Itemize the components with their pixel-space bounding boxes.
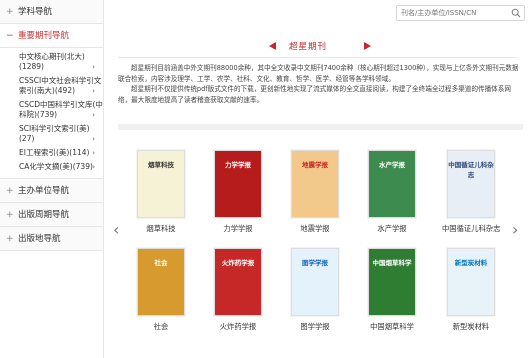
journal-cover[interactable]: 烟草科技: [137, 150, 185, 218]
list-item[interactable]: SCI科学引文索引(美)(27) ›: [0, 122, 103, 146]
section-divider: [118, 124, 523, 130]
journal-cover-title: 水产学报: [379, 161, 405, 169]
journal-card[interactable]: 力学学报 力学学报: [209, 150, 267, 234]
journal-cover[interactable]: 地震学报: [291, 150, 339, 218]
plus-icon: +: [6, 210, 14, 220]
chevron-right-icon: ›: [92, 111, 95, 119]
journal-cover[interactable]: 中国烟草科学: [368, 248, 416, 316]
sidebar: + 学科导航 − 重要期刊导航 中文核心期刊(北大)(1289) › CSSCI中文社…: [0, 0, 104, 358]
journal-name[interactable]: 火炸药学报: [209, 322, 267, 332]
journal-cover-title: 烟草科技: [148, 161, 174, 169]
minus-icon: −: [6, 31, 14, 41]
intro-text: 超星期刊目前涵盖中外文期刊88000余种，其中全文收录中文期刊7400余种（核心…: [118, 63, 523, 105]
journal-name[interactable]: 中国烟草科学: [363, 322, 421, 332]
journal-name[interactable]: 力学学报: [209, 224, 267, 234]
section-title: 超星期刊: [260, 40, 380, 52]
intro-paragraph: 超星期刊目前涵盖中外文期刊88000余种，其中全文收录中文期刊7400余种（核心…: [118, 64, 519, 83]
journal-cover-title: 社会: [154, 259, 168, 267]
journal-cover[interactable]: 火炸药学报: [214, 248, 262, 316]
journal-cover[interactable]: 中国循证儿科杂志: [447, 150, 495, 218]
search-input[interactable]: [397, 6, 507, 20]
search-box: [396, 5, 525, 21]
important-journals-list: 中文核心期刊(北大)(1289) › CSSCI中文社会科学引文索引(南大)(49…: [0, 48, 103, 179]
nav-publication-place[interactable]: + 出版地导航: [0, 227, 103, 251]
journal-cover[interactable]: 力学学报: [214, 150, 262, 218]
intro-paragraph: 超星期刊不仅提供传统pdf版式文件的下载，更创新性地实现了流式媒体的全文直接阅读…: [118, 85, 511, 104]
list-item[interactable]: CA化学文摘(美)(739) ›: [0, 160, 103, 174]
journal-cover-title: 新型炭材料: [454, 259, 488, 267]
journal-card[interactable]: 水产学报 水产学报: [363, 150, 421, 234]
journal-cover-title: 力学学报: [225, 161, 251, 169]
plus-icon: +: [6, 186, 14, 196]
plus-icon: +: [6, 7, 14, 17]
journal-card[interactable]: 社会 社会: [132, 248, 190, 332]
journal-card[interactable]: 图学学报 图学学报: [286, 248, 344, 332]
journal-cover[interactable]: 图学学报: [291, 248, 339, 316]
journal-cover-title: 中国烟草科学: [372, 259, 412, 267]
list-item[interactable]: 中文核心期刊(北大)(1289) ›: [0, 50, 103, 74]
nav-important-journals[interactable]: − 重要期刊导航: [0, 24, 103, 48]
chevron-right-icon: ›: [92, 87, 95, 95]
journal-cover[interactable]: 新型炭材料: [447, 248, 495, 316]
nav-sponsor[interactable]: + 主办单位导航: [0, 179, 103, 203]
carousel-next-button[interactable]: ›: [512, 220, 518, 239]
journal-name[interactable]: 地震学报: [286, 224, 344, 234]
journal-cover-title: 图学学报: [302, 259, 328, 267]
journal-card[interactable]: 中国循证儿科杂志 中国循证儿科杂志: [442, 150, 500, 234]
list-item[interactable]: EI工程索引(美)(114) ›: [0, 146, 103, 160]
nav-subject[interactable]: + 学科导航: [0, 0, 103, 24]
divider: [118, 57, 518, 58]
journal-card[interactable]: 烟草科技 烟草科技: [132, 150, 190, 234]
chevron-right-icon: ›: [92, 63, 95, 71]
list-item[interactable]: CSCD中国科学引文库(中科院)(739) ›: [0, 98, 103, 122]
chevron-right-icon: ›: [92, 149, 95, 157]
journal-cover-title: 地震学报: [302, 161, 328, 169]
journal-name[interactable]: 社会: [132, 322, 190, 332]
plus-icon: +: [6, 234, 14, 244]
chevron-right-icon: ›: [92, 135, 95, 143]
journal-name[interactable]: 图学学报: [286, 322, 344, 332]
journal-card[interactable]: 中国烟草科学 中国烟草科学: [363, 248, 421, 332]
list-item[interactable]: CSSCI中文社会科学引文索引(南大)(492) ›: [0, 74, 103, 98]
journal-name[interactable]: 烟草科技: [132, 224, 190, 234]
journal-cover[interactable]: 水产学报: [368, 150, 416, 218]
carousel-prev-button[interactable]: ‹: [113, 220, 119, 239]
triangle-left-icon: [269, 42, 276, 50]
nav-publication-cycle[interactable]: + 出版周期导航: [0, 203, 103, 227]
search-icon[interactable]: [511, 8, 521, 18]
chevron-right-icon: ›: [92, 163, 95, 171]
journal-name[interactable]: 水产学报: [363, 224, 421, 234]
journal-card[interactable]: 地震学报 地震学报: [286, 150, 344, 234]
journal-card[interactable]: 火炸药学报 火炸药学报: [209, 248, 267, 332]
journal-cover-title: 火炸药学报: [221, 259, 255, 267]
journal-card[interactable]: 新型炭材料 新型炭材料: [442, 248, 500, 332]
page-title: 超星期刊: [289, 42, 328, 52]
journal-name[interactable]: 中国循证儿科杂志: [442, 224, 500, 234]
journal-cover-title: 中国循证儿科杂志: [448, 161, 494, 179]
journal-name[interactable]: 新型炭材料: [442, 322, 500, 332]
journal-cover[interactable]: 社会: [137, 248, 185, 316]
triangle-right-icon: [364, 42, 371, 50]
